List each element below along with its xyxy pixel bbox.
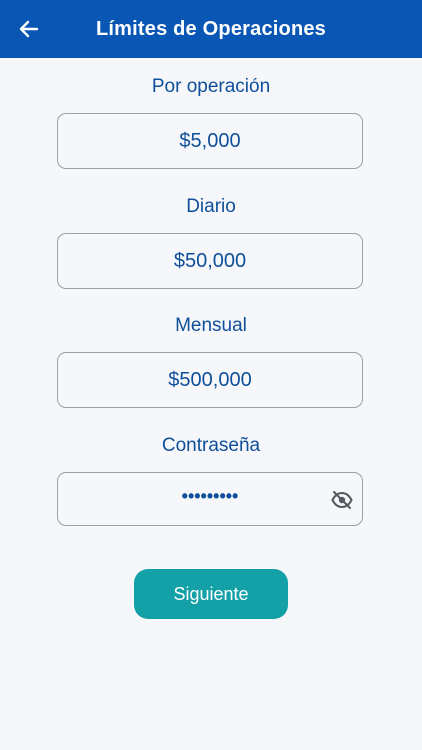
arrow-left-icon — [19, 20, 39, 38]
monthly-field[interactable]: $500,000 — [57, 352, 363, 408]
per-operation-label: Por operación — [151, 76, 271, 97]
daily-field[interactable]: $50,000 — [57, 233, 363, 289]
password-field[interactable]: ••••••••• — [57, 472, 363, 526]
daily-label: Diario — [186, 196, 236, 217]
per-operation-value: $5,000 — [179, 129, 241, 152]
page-title: Límites de Operaciones — [95, 17, 327, 40]
password-visibility-toggle[interactable] — [330, 489, 354, 511]
monthly-label: Mensual — [175, 315, 247, 336]
password-value: ••••••••• — [181, 485, 239, 506]
monthly-value: $500,000 — [168, 368, 252, 391]
daily-value: $50,000 — [173, 249, 247, 272]
next-button[interactable]: Siguiente — [134, 569, 288, 619]
per-operation-field[interactable]: $5,000 — [57, 113, 363, 169]
password-label: Contraseña — [161, 435, 261, 456]
eye-off-icon — [331, 491, 353, 509]
app-header: Límites de Operaciones — [0, 0, 422, 58]
back-button[interactable] — [14, 14, 44, 44]
